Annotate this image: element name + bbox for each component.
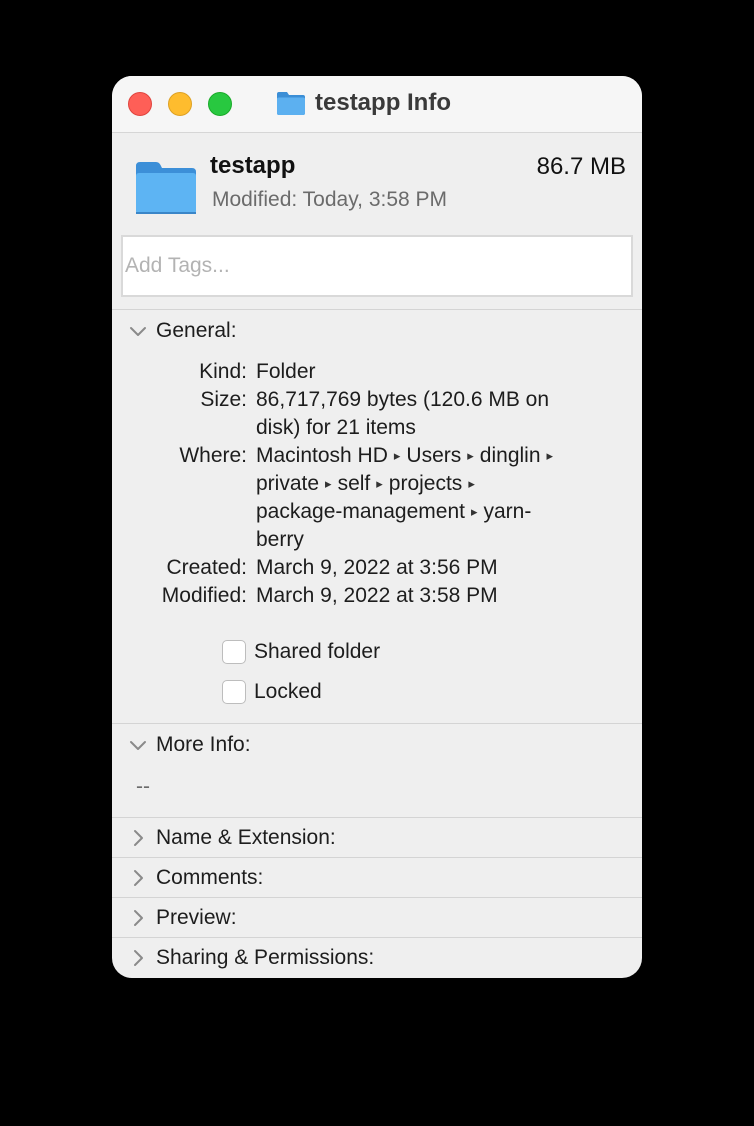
path-separator-icon: ▸ [468,476,475,491]
section-preview-header[interactable]: Preview: [112,899,642,937]
path-separator-icon: ▸ [470,504,478,519]
path-separator-icon: ▸ [325,476,332,491]
created-value: March 9, 2022 at 3:56 PM [256,556,498,579]
size-value-line2: disk) for 21 items [256,416,416,439]
path-segment: package-management [256,500,465,523]
modified-value: March 9, 2022 at 3:58 PM [256,584,498,607]
where-line4: berry [256,528,304,551]
path-separator-icon: ▸ [376,476,383,491]
folder-icon [136,162,196,214]
chevron-right-icon[interactable] [128,948,148,968]
locked-label[interactable]: Locked [254,680,322,704]
section-name-extension-label: Name & Extension: [156,826,336,849]
modified-label: Modified: [161,584,247,607]
path-segment: Users [406,444,462,467]
shared-folder-checkbox[interactable] [222,640,246,664]
where-line3: package-management ▸ yarn- [256,500,531,524]
section-comments-label: Comments: [156,866,264,889]
file-name: testapp [210,152,296,179]
chevron-right-icon[interactable] [128,908,148,928]
path-segment: yarn- [483,500,532,523]
where-label: Where: [179,444,247,467]
chevron-down-icon[interactable] [128,321,148,341]
chevron-down-icon[interactable] [128,735,148,755]
window-title-group: testapp Info [276,88,451,118]
divider [112,817,642,818]
path-separator-icon: ▸ [467,448,474,463]
more-info-value: -- [136,775,150,798]
section-comments-header[interactable]: Comments: [112,859,642,897]
section-sharing-permissions-label: Sharing & Permissions: [156,946,375,969]
where-line1: Macintosh HD ▸ Users ▸ dinglin ▸ [256,444,559,468]
section-name-extension-header[interactable]: Name & Extension: [112,819,642,857]
tags-input[interactable] [121,235,633,297]
zoom-button[interactable] [208,92,232,116]
size-value-line1: 86,717,769 bytes (120.6 MB on [256,388,550,411]
section-more-info-header[interactable]: More Info: [112,726,642,764]
section-more-info-label: More Info: [156,733,251,756]
info-window: testapp Info testapp 86.7 MB Modified: T… [112,76,642,978]
section-sharing-permissions-header[interactable]: Sharing & Permissions: [112,939,642,977]
path-separator-icon: ▸ [546,448,554,463]
path-segment: projects [388,472,463,495]
kind-label: Kind: [199,360,247,383]
section-general-label: General: [156,319,237,342]
title-bar[interactable]: testapp Info [112,76,642,133]
chevron-right-icon[interactable] [128,828,148,848]
file-size: 86.7 MB [536,153,626,180]
path-segment: Macintosh HD [256,444,388,467]
close-button[interactable] [128,92,152,116]
section-general-header[interactable]: General: [112,312,642,350]
divider [112,897,642,898]
where-line2: private ▸ self ▸ projects ▸ [256,472,481,496]
kind-value: Folder [256,360,316,383]
path-segment: private [256,472,320,495]
shared-folder-label[interactable]: Shared folder [254,640,380,664]
folder-icon [277,92,305,115]
window-title: testapp Info [315,89,451,116]
divider [112,857,642,858]
divider [112,937,642,938]
divider [112,309,642,310]
created-label: Created: [166,556,247,579]
size-label: Size: [200,388,247,411]
divider [112,723,642,724]
locked-checkbox[interactable] [222,680,246,704]
section-preview-label: Preview: [156,906,237,929]
chevron-right-icon[interactable] [128,868,148,888]
path-segment: dinglin [479,444,541,467]
minimize-button[interactable] [168,92,192,116]
modified-summary: Modified: Today, 3:58 PM [212,188,448,211]
path-separator-icon: ▸ [393,448,401,463]
path-segment: self [337,472,371,495]
